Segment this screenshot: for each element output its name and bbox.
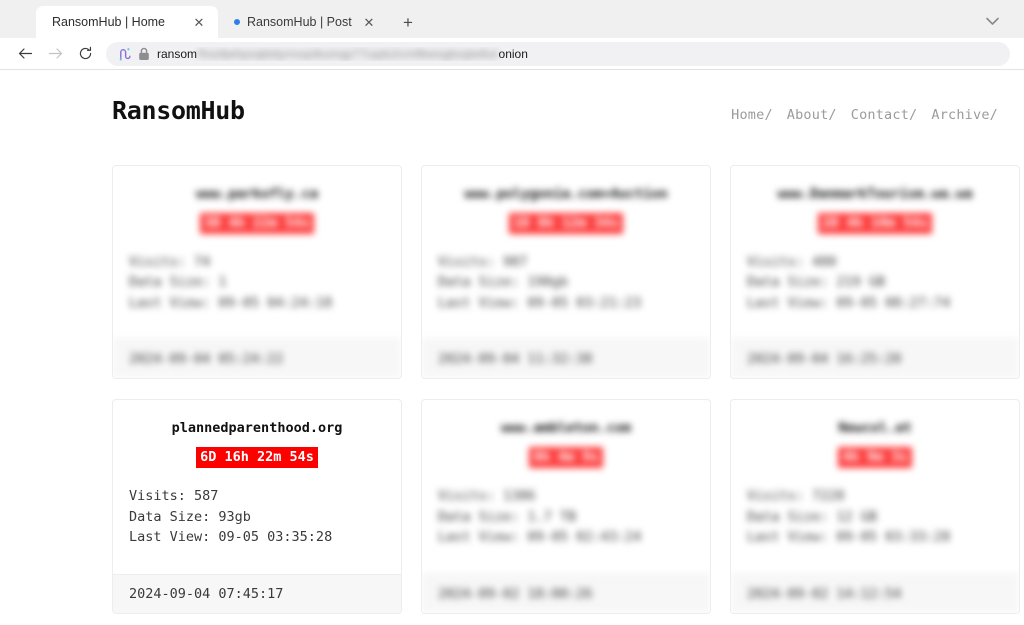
nav-link-archive[interactable]: Archive/ (931, 107, 998, 123)
visits-line: Visits: 1386 (438, 488, 536, 505)
victim-card-body: Newcol.at 4h 9m 3s Visits: 7228 Data Siz… (731, 400, 1019, 573)
data-size-line: Data Size: 12 GB (747, 508, 878, 525)
last-view-line: Last View: 09-05 08:27:74 (747, 294, 951, 311)
tab-strip: RansomHub | Home ✕ RansomHub | Post ✕ + (0, 0, 1024, 38)
visits-line: Visits: 987 (438, 253, 528, 270)
url-suffix: onion (498, 46, 528, 61)
victim-card-body: plannedparenthood.org 6D 16h 22m 54s Vis… (113, 400, 401, 573)
forward-button[interactable] (40, 41, 70, 67)
victim-card-timestamp: 2024-09-02 14:12:54 (731, 573, 1019, 613)
victim-card-body: www.parkofly.ca 3D 4h 22m 54s Visits: 74… (113, 166, 401, 339)
countdown-wrap: 3D 4h 22m 54s (129, 213, 385, 234)
visits-line: Visits: 587 (129, 488, 219, 505)
victim-domain: www.DanmarkTourism.wa.wa (777, 186, 973, 202)
victim-card-timestamp: 2024-09-04 16:25:20 (731, 339, 1019, 379)
countdown-timer: 3D 4h 22m 54s (200, 213, 314, 234)
victim-card[interactable]: www.DanmarkTourism.wa.wa 2D 4h 10m 54s V… (730, 165, 1020, 380)
tab-title: RansomHub | Home (52, 15, 166, 29)
victim-domain: www.ambleton.com (500, 420, 632, 437)
browser-tab-post[interactable]: RansomHub | Post ✕ (218, 6, 388, 38)
countdown-wrap: 4h 9m 3s (747, 447, 1003, 469)
last-view-line: Last View: 09-05 03:35:28 (129, 529, 333, 546)
visits-line: Visits: 7228 (747, 488, 845, 505)
tor-circuit-icon[interactable] (118, 47, 131, 61)
url-text: ransom fhsefjwhpoqbtdyrnvqxlkumqp77uqds2c… (157, 47, 528, 61)
url-redacted-segment: fhsefjwhpoqbtdyrnvqxlkumqp77uqds2cm9bwsg… (198, 46, 498, 61)
victim-card[interactable]: Newcol.at 4h 9m 3s Visits: 7228 Data Siz… (730, 399, 1020, 614)
data-size-line: Data Size: 1 (129, 274, 227, 291)
close-icon[interactable]: ✕ (360, 13, 378, 31)
last-view-line: Last View: 09-05 03:21:23 (438, 294, 642, 311)
reload-button[interactable] (70, 41, 100, 67)
back-button[interactable] (10, 41, 40, 67)
victim-card-body: www.ambleton.com 8h 4m 9s Visits: 1386 D… (422, 400, 710, 573)
victim-card-grid: www.parkofly.ca 3D 4h 22m 54s Visits: 74… (0, 125, 1024, 614)
countdown-timer: 2D 4h 10m 54s (818, 213, 932, 234)
nav-link-about[interactable]: About/ (787, 107, 837, 123)
url-prefix: ransom (157, 46, 198, 61)
countdown-timer: 6D 16h 22m 54s (196, 447, 318, 469)
last-view-line: Last View: 09-05 04:24:18 (129, 294, 333, 311)
victim-card-timestamp: 2024-09-04 11:32:38 (422, 339, 710, 379)
victim-domain: www.polygonia.com+Auction (464, 186, 668, 202)
nav-link-home[interactable]: Home/ (731, 107, 773, 123)
victim-card-timestamp: 2024-09-04 05:24:22 (113, 339, 401, 379)
countdown-timer: 1D 8h 12m 34s (509, 213, 623, 234)
visits-line: Visits: 480 (747, 253, 837, 270)
countdown-wrap: 6D 16h 22m 54s (129, 447, 385, 469)
victim-card[interactable]: plannedparenthood.org 6D 16h 22m 54s Vis… (112, 399, 402, 614)
victim-card-timestamp: 2024-09-02 18:00:26 (422, 573, 710, 613)
victim-card[interactable]: www.ambleton.com 8h 4m 9s Visits: 1386 D… (421, 399, 711, 614)
countdown-timer: 8h 4m 9s (529, 447, 603, 469)
site-header: RansomHub Home/ About/ Contact/ Archive/ (0, 70, 1024, 125)
browser-tab-home[interactable]: RansomHub | Home ✕ (36, 6, 218, 38)
page-viewport: RansomHub Home/ About/ Contact/ Archive/… (0, 70, 1024, 625)
victim-card[interactable]: www.parkofly.ca 3D 4h 22m 54s Visits: 74… (112, 165, 402, 380)
browser-toolbar: ransom fhsefjwhpoqbtdyrnvqxlkumqp77uqds2c… (0, 38, 1024, 70)
data-size-line: Data Size: 190gb (438, 274, 569, 291)
padlock-icon[interactable] (138, 47, 150, 61)
last-view-line: Last View: 09-05 03:33:28 (747, 529, 951, 546)
victim-card-timestamp: 2024-09-04 07:45:17 (113, 573, 401, 613)
data-size-line: Data Size: 219 GB (747, 274, 886, 291)
countdown-wrap: 2D 4h 10m 54s (747, 213, 1003, 234)
data-size-line: Data Size: 1.7 TB (438, 508, 577, 525)
visits-line: Visits: 74 (129, 253, 211, 270)
countdown-wrap: 8h 4m 9s (438, 447, 694, 469)
tab-activity-dot-icon (234, 19, 240, 25)
victim-card-body: www.DanmarkTourism.wa.wa 2D 4h 10m 54s V… (731, 166, 1019, 339)
address-bar[interactable]: ransom fhsefjwhpoqbtdyrnvqxlkumqp77uqds2c… (106, 41, 1010, 66)
tab-title: RansomHub | Post (247, 15, 352, 29)
victim-domain: Newcol.at (838, 420, 912, 437)
browser-window: RansomHub | Home ✕ RansomHub | Post ✕ + (0, 0, 1024, 625)
data-size-line: Data Size: 93gb (129, 508, 251, 525)
close-icon[interactable]: ✕ (190, 13, 208, 31)
countdown-timer: 4h 9m 3s (838, 447, 912, 469)
chevron-down-icon[interactable] (978, 7, 1006, 35)
victim-domain: www.parkofly.ca (196, 186, 318, 202)
last-view-line: Last View: 09-05 02:43:24 (438, 529, 642, 546)
new-tab-button[interactable]: + (396, 10, 420, 34)
nav-link-contact[interactable]: Contact/ (851, 107, 918, 123)
site-nav: Home/ About/ Contact/ Archive/ (731, 107, 1010, 123)
victim-domain: plannedparenthood.org (171, 420, 343, 437)
victim-card-body: www.polygonia.com+Auction 1D 8h 12m 34s … (422, 166, 710, 339)
site-brand: RansomHub (112, 96, 245, 125)
countdown-wrap: 1D 8h 12m 34s (438, 213, 694, 234)
victim-card[interactable]: www.polygonia.com+Auction 1D 8h 12m 34s … (421, 165, 711, 380)
